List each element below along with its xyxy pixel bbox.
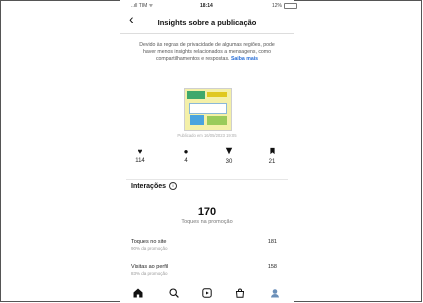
profile-visits-row: Visitas ao perfil 83% da promoção 158 xyxy=(131,264,277,280)
row-sublabel: 90% da promoção xyxy=(131,246,168,251)
page-title: Insights sobre a publicação xyxy=(157,18,257,27)
search-icon[interactable] xyxy=(167,287,181,299)
home-icon[interactable] xyxy=(131,287,145,299)
row-label: Toques no site xyxy=(131,239,167,245)
comment-icon: ● xyxy=(183,147,189,156)
interactions-total: 170 xyxy=(197,206,217,218)
privacy-notice: Devido às regras de privacidade de algum… xyxy=(136,42,278,63)
bookmark-icon xyxy=(260,147,284,157)
learn-more-link[interactable]: Saiba mais xyxy=(231,56,258,62)
website-taps-row: Toques no site 90% da promoção 181 xyxy=(131,239,277,255)
profile-icon[interactable] xyxy=(268,287,282,299)
interactions-heading: Interações i xyxy=(131,182,178,190)
status-bar: ..ıll TIM ᯤ 18:14 12% xyxy=(120,1,298,10)
carrier-signal: ..ıll TIM ᯤ xyxy=(131,3,154,9)
saves-stat: 21 xyxy=(260,147,284,165)
phone-screen: ..ıll TIM ᯤ 18:14 12% ‹ Insights sobre a… xyxy=(120,0,298,303)
shop-icon[interactable] xyxy=(233,287,247,299)
likes-stat: ♥ 114 xyxy=(128,147,152,164)
row-sublabel: 83% da promoção xyxy=(131,271,168,276)
header: ‹ Insights sobre a publicação xyxy=(120,10,294,34)
battery-percent: 12% xyxy=(272,3,283,9)
shares-count: 30 xyxy=(225,159,233,165)
likes-count: 114 xyxy=(135,158,145,164)
interactions-title: Interações xyxy=(131,182,167,190)
header-divider xyxy=(120,33,294,34)
published-date: Publicado em 16/05/2023 19:05 xyxy=(177,133,237,138)
post-thumbnail[interactable] xyxy=(184,88,232,131)
saves-count: 21 xyxy=(268,159,276,165)
row-value: 158 xyxy=(267,264,277,270)
share-icon xyxy=(217,147,241,157)
reels-icon[interactable] xyxy=(200,287,214,299)
comments-stat: ● 4 xyxy=(174,147,198,164)
interactions-total-label: Toques na promoção xyxy=(181,219,233,225)
comments-count: 4 xyxy=(184,158,188,164)
battery-icon xyxy=(284,3,298,9)
row-value: 181 xyxy=(267,239,277,245)
shares-stat: 30 xyxy=(217,147,241,165)
bottom-tab-bar xyxy=(120,284,294,303)
battery-indicator: 12% xyxy=(272,3,298,9)
info-icon[interactable]: i xyxy=(169,182,178,190)
row-label: Visitas ao perfil xyxy=(131,264,169,270)
heart-icon: ♥ xyxy=(137,147,143,156)
section-divider xyxy=(126,179,288,180)
status-time: 18:14 xyxy=(200,3,213,9)
